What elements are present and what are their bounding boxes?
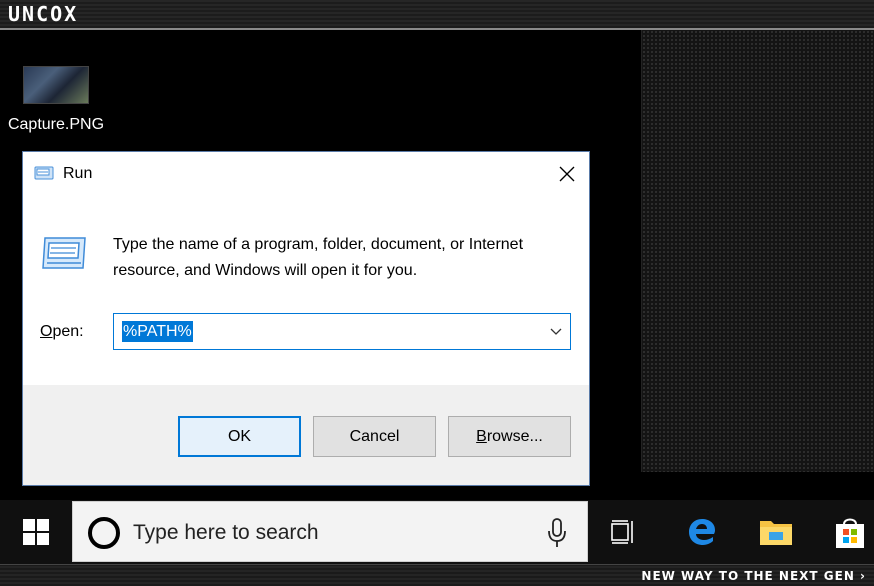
taskbar-search-box[interactable]: Type here to search (72, 501, 588, 562)
browse-button[interactable]: Browse... (448, 416, 571, 457)
open-label-mnemonic: O (40, 323, 53, 340)
close-icon (559, 166, 575, 182)
dialog-title: Run (63, 165, 93, 182)
image-thumbnail-icon (23, 66, 89, 104)
open-input-value[interactable]: %PATH% (122, 321, 193, 342)
file-explorer-icon (760, 521, 792, 545)
file-explorer-taskbar-button[interactable] (754, 510, 798, 554)
open-label: Open: (40, 320, 84, 344)
taskbar: Type here to search (0, 500, 874, 564)
cancel-button[interactable]: Cancel (313, 416, 436, 457)
run-dialog: Run Type the name of a program, folder, … (22, 151, 590, 486)
footer-tagline[interactable]: NEW WAY TO THE NEXT GEN › (641, 568, 866, 584)
edge-browser-icon (689, 519, 715, 545)
desktop-icon-capture[interactable]: Capture.PNG (4, 66, 108, 134)
footer-banner: NEW WAY TO THE NEXT GEN › (0, 564, 874, 586)
open-label-text: pen: (52, 323, 84, 340)
close-button[interactable] (545, 152, 589, 196)
dialog-description: Type the name of a program, folder, docu… (113, 236, 524, 279)
open-combobox[interactable]: %PATH% (113, 313, 571, 350)
brand-logo: UNCOX (8, 2, 79, 26)
edge-taskbar-button[interactable] (680, 510, 724, 554)
dialog-content: Type the name of a program, folder, docu… (23, 196, 589, 385)
desktop-icon-label: Capture.PNG (7, 116, 105, 133)
store-taskbar-button[interactable] (828, 510, 872, 554)
task-view-button[interactable] (602, 510, 646, 554)
run-large-icon (42, 237, 86, 269)
dialog-button-strip: OK Cancel Browse... (23, 385, 589, 485)
browse-mnemonic: B (476, 428, 487, 445)
brand-header: UNCOX (0, 0, 874, 30)
dialog-titlebar[interactable]: Run (23, 152, 589, 196)
run-app-icon (34, 166, 54, 180)
wallpaper-pattern-panel (641, 30, 874, 472)
dropdown-button[interactable] (542, 314, 570, 349)
store-icon (836, 518, 864, 548)
windows-start-icon (23, 519, 49, 545)
start-button[interactable] (0, 500, 72, 564)
microphone-icon[interactable] (547, 518, 567, 548)
browse-label: rowse... (486, 428, 543, 445)
ok-button[interactable]: OK (178, 416, 301, 457)
search-placeholder: Type here to search (133, 521, 319, 544)
chevron-down-icon (550, 328, 562, 335)
cortana-circle-icon (88, 517, 120, 549)
task-view-icon (611, 520, 633, 544)
